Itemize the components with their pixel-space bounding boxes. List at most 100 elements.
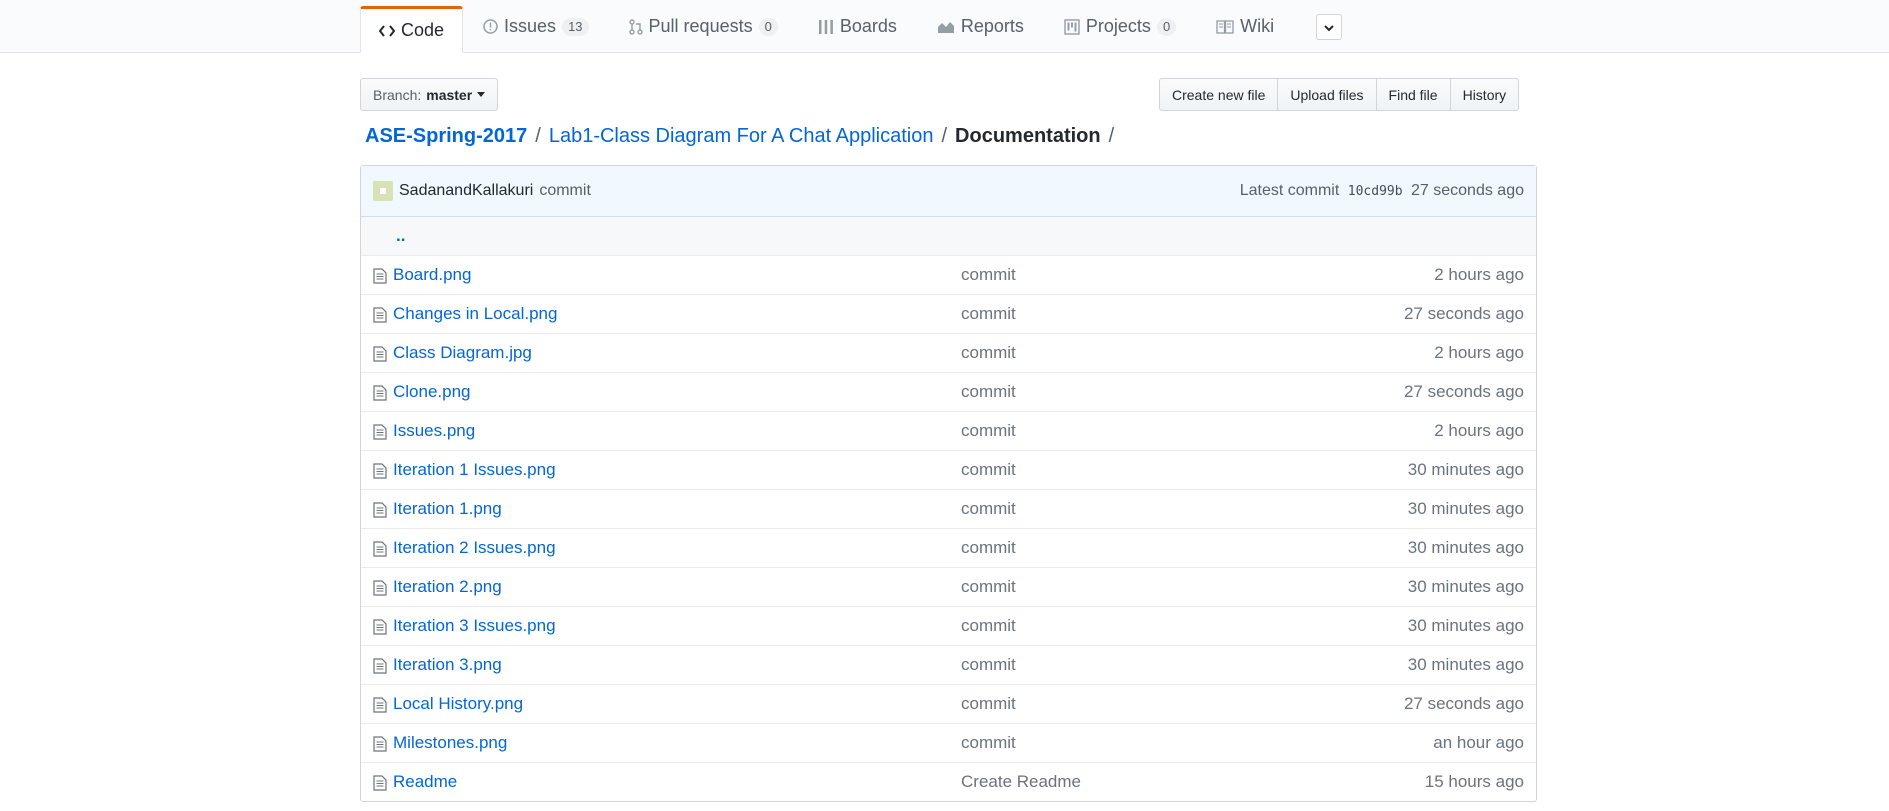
- pull-requests-counter: 0: [758, 17, 778, 36]
- file-age: 30 minutes ago: [1407, 460, 1524, 479]
- tab-wiki[interactable]: Wiki: [1196, 0, 1294, 53]
- parent-directory-link[interactable]: ..: [396, 226, 405, 246]
- issue-icon: [483, 19, 498, 34]
- breadcrumb-separator: /: [1108, 125, 1115, 147]
- pull-request-icon: [628, 18, 643, 35]
- code-icon: [379, 24, 395, 38]
- breadcrumb-folder-link[interactable]: Lab1-Class Diagram For A Chat Applicatio…: [549, 125, 934, 148]
- file-name-link[interactable]: Milestones.png: [393, 733, 507, 753]
- file-row: Milestones.png commit an hour ago: [361, 724, 1536, 763]
- file-icon: [373, 385, 387, 401]
- tab-label: Code: [401, 20, 445, 40]
- file-row: Iteration 3.png commit 30 minutes ago: [361, 646, 1536, 685]
- commit-message-link[interactable]: commit: [539, 182, 591, 200]
- upload-files-button[interactable]: Upload files: [1277, 78, 1377, 111]
- file-commit-message-link[interactable]: commit: [961, 694, 1016, 714]
- file-icon: [373, 307, 387, 323]
- file-age: 30 minutes ago: [1407, 616, 1524, 635]
- file-icon: [373, 580, 387, 596]
- file-icon: [373, 502, 387, 518]
- tab-code[interactable]: Code: [360, 6, 464, 53]
- file-age: 2 hours ago: [1434, 265, 1524, 284]
- tab-issues[interactable]: Issues 13: [463, 0, 609, 53]
- tab-projects[interactable]: Projects 0: [1044, 0, 1196, 53]
- file-row: Class Diagram.jpg commit 2 hours ago: [361, 334, 1536, 373]
- file-icon: [373, 346, 387, 362]
- file-commit-message-link[interactable]: commit: [961, 499, 1016, 519]
- file-commit-message-link[interactable]: commit: [961, 733, 1016, 753]
- file-row: Local History.png commit 27 seconds ago: [361, 685, 1536, 724]
- file-commit-message-link[interactable]: commit: [961, 343, 1016, 363]
- file-name-link[interactable]: Issues.png: [393, 421, 475, 441]
- projects-counter: 0: [1156, 17, 1177, 36]
- file-age: 30 minutes ago: [1407, 538, 1524, 557]
- chevron-down-icon: [1324, 17, 1334, 37]
- history-button[interactable]: History: [1449, 78, 1520, 111]
- file-icon: [373, 463, 387, 479]
- tab-boards[interactable]: Boards: [798, 0, 917, 53]
- tab-pull-requests[interactable]: Pull requests 0: [609, 0, 798, 53]
- caret-down-icon: [477, 92, 486, 97]
- file-row: Iteration 1.png commit 30 minutes ago: [361, 490, 1536, 529]
- file-name-link[interactable]: Class Diagram.jpg: [393, 343, 532, 363]
- file-commit-message-link[interactable]: commit: [961, 265, 1016, 285]
- file-name-link[interactable]: Local History.png: [393, 694, 523, 714]
- tab-label: Reports: [960, 16, 1024, 36]
- file-age: 30 minutes ago: [1407, 655, 1524, 674]
- file-age: 27 seconds ago: [1403, 694, 1524, 713]
- file-age: 2 hours ago: [1434, 421, 1524, 440]
- file-row: Iteration 3 Issues.png commit 30 minutes a…: [361, 607, 1536, 646]
- file-name-link[interactable]: Iteration 3.png: [393, 655, 502, 675]
- breadcrumb-current: Documentation: [955, 125, 1101, 147]
- branch-select-button[interactable]: Branch: master: [360, 78, 499, 111]
- file-icon: [373, 658, 387, 674]
- tab-label: Issues: [504, 16, 557, 36]
- tab-reports[interactable]: Reports: [917, 0, 1044, 53]
- file-name-link[interactable]: Iteration 2 Issues.png: [393, 538, 556, 558]
- file-age: 27 seconds ago: [1403, 382, 1524, 401]
- file-commit-message-link[interactable]: Create Readme: [961, 772, 1081, 792]
- tab-label: Projects: [1085, 16, 1151, 36]
- file-row: Iteration 2.png commit 30 minutes ago: [361, 568, 1536, 607]
- file-name-link[interactable]: Iteration 3 Issues.png: [393, 616, 556, 636]
- create-new-file-button[interactable]: Create new file: [1159, 78, 1279, 111]
- file-row: Iteration 1 Issues.png commit 30 minutes a…: [361, 451, 1536, 490]
- commit-sha-link[interactable]: 10cd99b: [1348, 184, 1403, 199]
- file-actions: Create new file Upload files Find file H…: [1159, 78, 1520, 111]
- commit-age: 27 seconds ago: [1411, 182, 1524, 199]
- breadcrumb-separator: /: [941, 125, 948, 147]
- breadcrumb-separator: /: [535, 125, 541, 147]
- latest-commit-label: Latest commit: [1239, 182, 1340, 199]
- file-commit-message-link[interactable]: commit: [961, 421, 1016, 441]
- file-list: SadanandKallakuri commit Latest commit 1…: [360, 165, 1537, 802]
- file-name-link[interactable]: Iteration 1 Issues.png: [393, 460, 556, 480]
- file-commit-message-link[interactable]: commit: [961, 304, 1016, 324]
- file-name-link[interactable]: Changes in Local.png: [393, 304, 557, 324]
- file-commit-message-link[interactable]: commit: [961, 655, 1016, 675]
- file-age: 27 seconds ago: [1403, 304, 1524, 323]
- commit-author-link[interactable]: SadanandKallakuri: [399, 182, 533, 200]
- file-commit-message-link[interactable]: commit: [961, 616, 1016, 636]
- repo-tabs: Code Issues 13 Pull requests 0 Boards Re…: [360, 0, 1343, 53]
- parent-directory-row: ..: [361, 217, 1536, 256]
- file-row: Iteration 2 Issues.png commit 30 minutes a…: [361, 529, 1536, 568]
- file-age: 15 hours ago: [1424, 772, 1524, 791]
- file-icon: [373, 424, 387, 440]
- more-tabs-button[interactable]: [1316, 13, 1343, 40]
- avatar[interactable]: [373, 181, 393, 201]
- file-name-link[interactable]: Readme: [393, 772, 457, 792]
- file-name-link[interactable]: Iteration 2.png: [393, 577, 502, 597]
- file-commit-message-link[interactable]: commit: [961, 382, 1016, 402]
- file-name-link[interactable]: Iteration 1.png: [393, 499, 502, 519]
- file-commit-message-link[interactable]: commit: [961, 577, 1016, 597]
- branch-name: master: [426, 86, 473, 103]
- file-name-link[interactable]: Board.png: [393, 265, 471, 285]
- file-name-link[interactable]: Clone.png: [393, 382, 471, 402]
- file-commit-message-link[interactable]: commit: [961, 538, 1016, 558]
- file-row: Board.png commit 2 hours ago: [361, 256, 1536, 295]
- commit-tease: SadanandKallakuri commit Latest commit 1…: [361, 166, 1536, 217]
- issues-counter: 13: [562, 17, 589, 36]
- find-file-button[interactable]: Find file: [1375, 78, 1451, 111]
- breadcrumb-repo-link[interactable]: ASE-Spring-2017: [365, 125, 527, 148]
- file-commit-message-link[interactable]: commit: [961, 460, 1016, 480]
